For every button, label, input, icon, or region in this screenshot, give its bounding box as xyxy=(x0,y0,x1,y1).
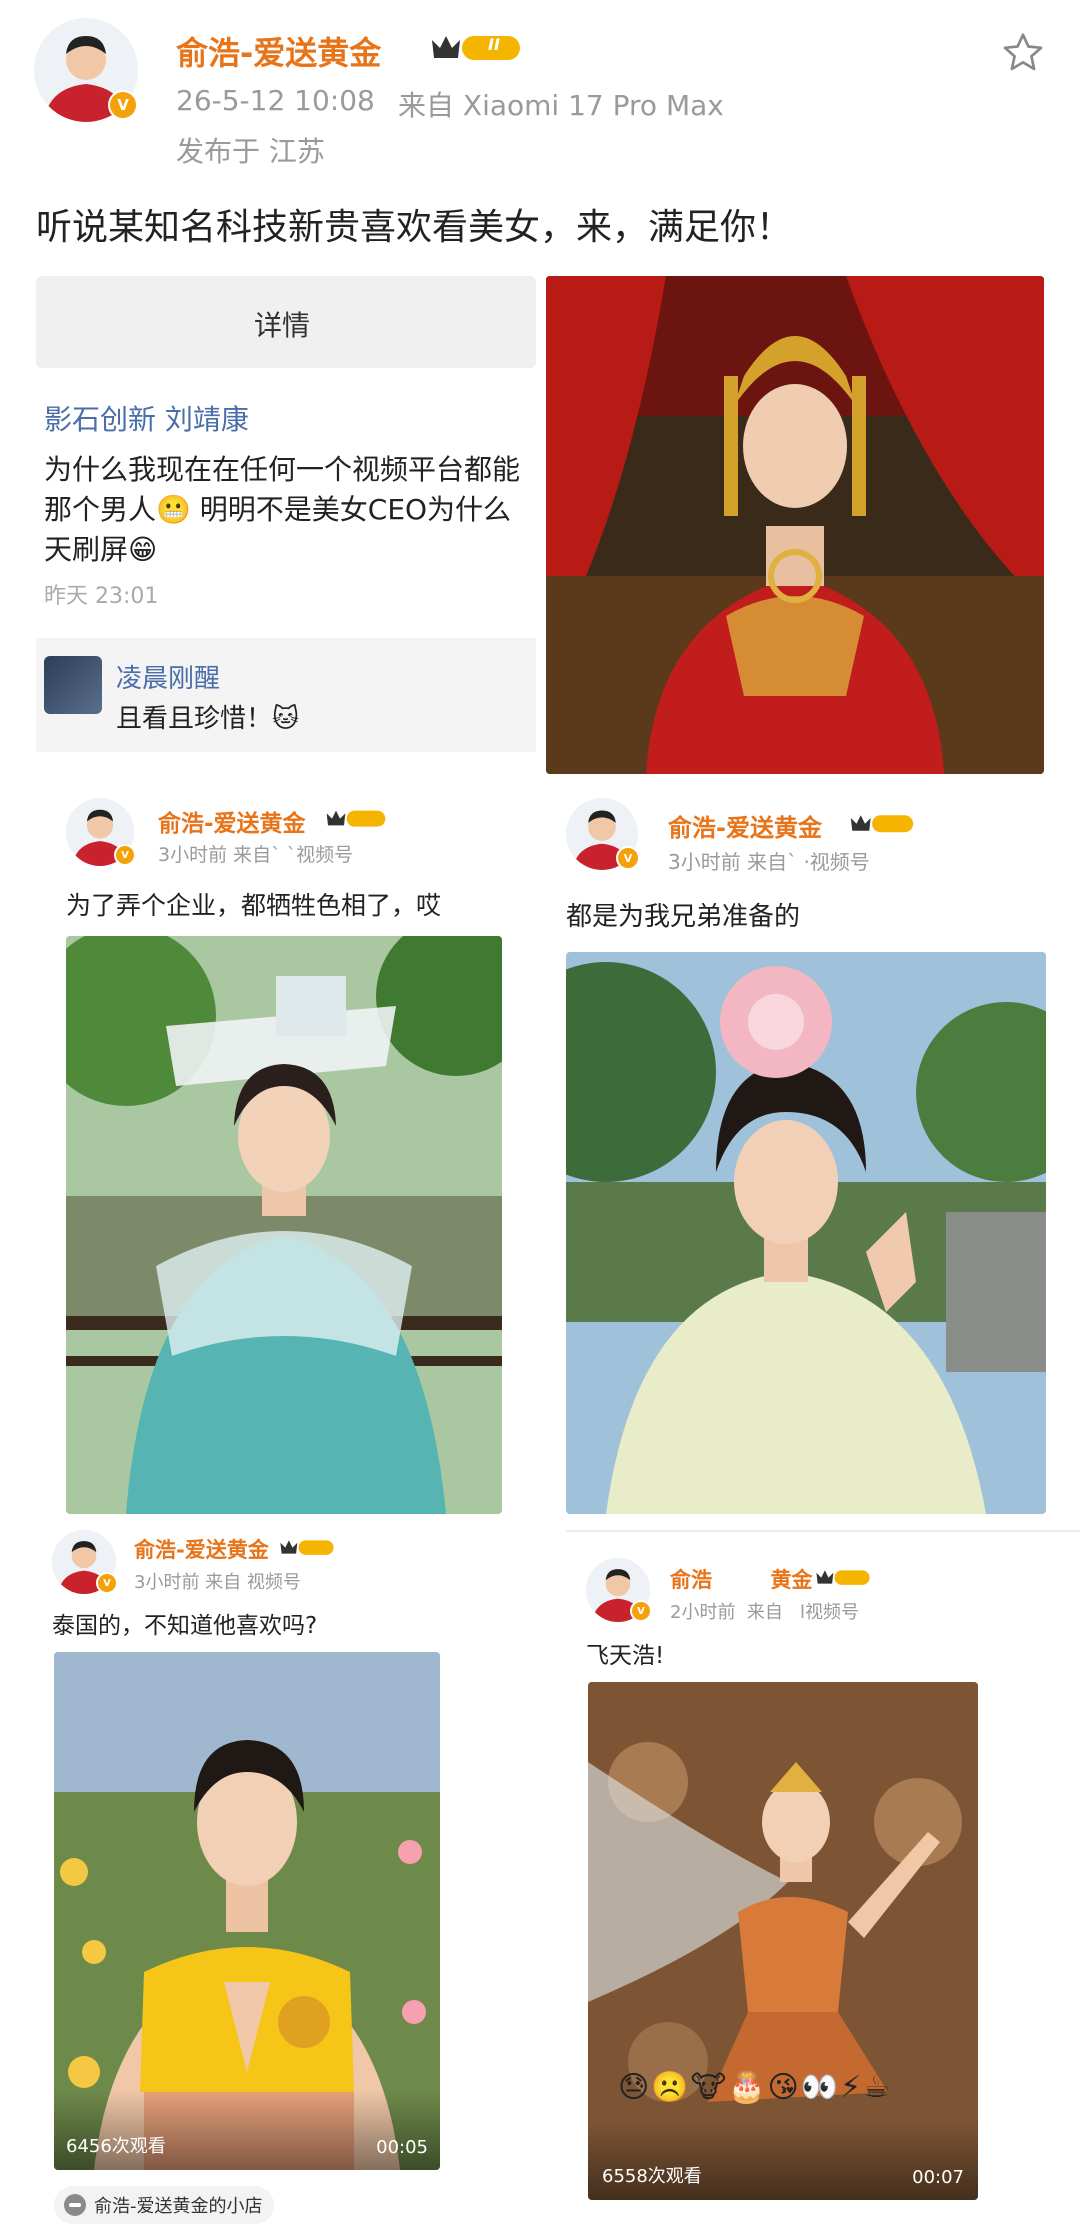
reply-text: 且看且珍惜！🐱 xyxy=(116,704,300,734)
post-time: 26-5-12 10:08 xyxy=(176,84,375,117)
post-text: 听说某知名科技新贵喜欢看美女，来，满足你！ xyxy=(36,207,793,248)
thumb-gradient xyxy=(54,2090,440,2170)
post-meta: 2小时前 来自 l视频号 xyxy=(670,1602,860,1623)
quote-time: 昨天 23:01 xyxy=(44,584,159,609)
quote-header-title: 详情 xyxy=(254,309,311,342)
verified-icon: V xyxy=(96,1572,118,1594)
author-name[interactable]: 俞浩-爱送黄金 xyxy=(158,804,306,838)
video-duration: 00:05 xyxy=(376,2137,428,2158)
post-source[interactable]: 来自 Xiaomi 17 Pro Max xyxy=(398,84,724,124)
level-badge xyxy=(324,806,388,834)
bride-photo[interactable] xyxy=(546,276,1044,774)
reply-author[interactable]: 凌晨刚醒 xyxy=(116,658,220,695)
post-text: 为了弄个企业，都牺牲色相了，哎 xyxy=(66,891,442,920)
post-text: 飞天浩! xyxy=(586,1643,665,1669)
author-name[interactable]: 俞浩-爱送黄金 xyxy=(134,1534,269,1564)
flying-apsara-video-thumb[interactable]: 😓☹️🐮🎂😘👀⚡☕ 6558次观看 00:07 xyxy=(588,1682,978,2200)
view-count: 6558次观看 xyxy=(602,2166,702,2187)
author-name[interactable]: 俞浩 黄金 xyxy=(670,1564,813,1594)
quote-line-2: 那个男人😬 明明不是美女CEO为什么 xyxy=(44,493,512,526)
thumb-gradient xyxy=(588,2120,978,2200)
post-location: 发布于 江苏 xyxy=(176,135,325,168)
quote-author[interactable]: 影石创新 刘靖康 xyxy=(44,398,249,438)
post-meta: 3小时前 来自` ·视频号 xyxy=(668,850,870,874)
verified-icon: V xyxy=(616,846,640,870)
verified-icon: V xyxy=(108,90,138,120)
shop-link[interactable]: 俞浩-爱送黄金的小店 xyxy=(54,2186,274,2224)
reaction-emojis: 😓☹️🐮🎂😘👀⚡☕ xyxy=(618,2070,893,2105)
peony-hanfu-video-thumb[interactable] xyxy=(566,952,1046,1514)
level-badge xyxy=(278,1536,336,1562)
video-duration: 00:07 xyxy=(912,2167,964,2188)
quoted-screenshot[interactable]: 详情 影石创新 刘靖康 为什么我现在在任何一个视频平台都能 那个男人😬 明明不是… xyxy=(36,276,536,752)
divider xyxy=(566,1530,1080,1532)
level-badge-text: II xyxy=(488,35,500,54)
post-meta: 3小时前 来自` `视频号 xyxy=(158,844,354,866)
level-badge xyxy=(848,810,916,840)
author-name[interactable]: 俞浩-爱送黄金 xyxy=(668,808,822,843)
reply-avatar[interactable] xyxy=(44,656,102,714)
verified-icon: V xyxy=(114,844,136,866)
quote-line-3: 天刷屏😁 xyxy=(44,533,158,566)
hanfu-video-thumb[interactable] xyxy=(66,936,502,1514)
thai-dress-video-thumb[interactable]: 6456次观看 00:05 xyxy=(54,1652,440,2170)
level-badge: II xyxy=(428,30,524,64)
post-text: 都是为我兄弟准备的 xyxy=(566,902,801,932)
shop-label: 俞浩-爱送黄金的小店 xyxy=(94,2196,263,2217)
author-name[interactable]: 俞浩-爱送黄金 xyxy=(176,28,381,74)
quote-line-1: 为什么我现在在任何一个视频平台都能 xyxy=(44,453,521,486)
view-count: 6456次观看 xyxy=(66,2136,166,2157)
verified-icon: V xyxy=(630,1600,652,1622)
level-badge xyxy=(814,1566,872,1592)
post-text: 泰国的，不知道他喜欢吗? xyxy=(52,1613,318,1639)
post-meta: 3小时前 来自 视频号 xyxy=(134,1572,301,1593)
shop-icon xyxy=(64,2194,86,2216)
favorite-star-icon[interactable] xyxy=(1000,30,1046,76)
